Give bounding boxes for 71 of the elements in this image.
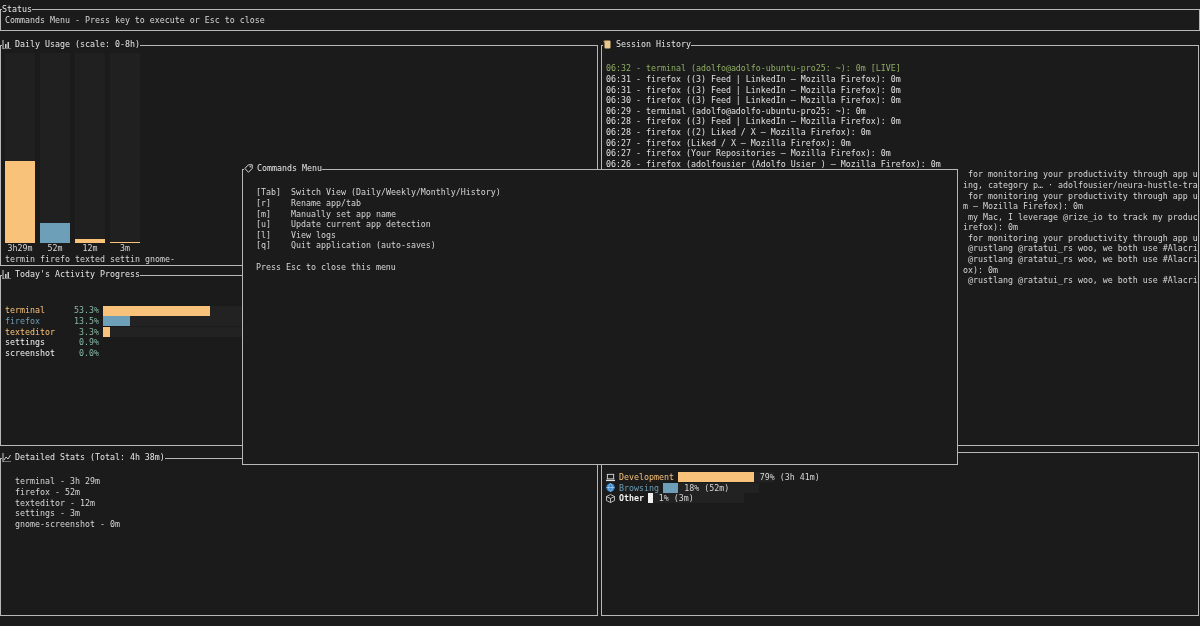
session-entry: 06:26 - firefox (adolfousier (Adolfo Usier ) — Mozilla Firefox): 0m <box>606 158 942 170</box>
stat-line: settings - 3m <box>15 508 81 519</box>
session-entry: m — Mozilla Firefox): 0m <box>963 201 1084 212</box>
category-reading: 79% (3h 41m) <box>759 472 820 483</box>
value-label: 3m <box>119 243 131 254</box>
percent-value: 0.0% <box>78 347 99 359</box>
session-entry: ox): 0m <box>963 264 999 276</box>
panel-title: Status <box>2 4 32 15</box>
app-name: screenshot <box>5 347 56 359</box>
category-reading: 1% (3m) <box>658 493 694 504</box>
percent-value: 13.5% <box>73 316 99 327</box>
stat-line: firefox - 52m <box>15 487 81 498</box>
panel-title: Detailed Stats (Total: 4h 38m) <box>15 452 165 463</box>
modal-title: Commands Menu <box>257 163 322 174</box>
key-hint: [q] <box>256 240 272 251</box>
status-message: Commands Menu - Press key to execute or Esc to close <box>5 14 266 26</box>
line-chart-icon <box>2 452 11 462</box>
bar-chart-icon <box>2 269 11 279</box>
category-label: termin <box>5 254 35 264</box>
app-name: terminal <box>5 305 46 316</box>
key-hint: [m] <box>256 208 272 220</box>
laptop-icon <box>606 472 615 482</box>
session-entry: 06:28 - firefox ((3) Feed | LinkedIn — Mozilla Firefox): 0m <box>606 116 902 127</box>
session-entry: 06:29 - terminal (adolfo@adolfo-ubuntu-pro25: ~): 0m <box>606 105 867 117</box>
session-entry: 06:32 - terminal (adolfo@adolfo-ubuntu-pro25: ~): 0m [LIVE] <box>606 63 902 74</box>
command-label: Rename app/tab <box>291 198 361 209</box>
tag-icon <box>244 163 253 173</box>
value-label: 12m <box>81 243 99 254</box>
app-name: firefox <box>5 316 41 327</box>
app-name: texteditor <box>5 326 56 338</box>
value-label: 3h29m <box>6 243 34 254</box>
panel-title: Today's Activity Progress <box>15 269 140 280</box>
session-entry: irefox): 0m <box>963 222 1019 233</box>
percent-value: 53.3% <box>73 305 99 316</box>
globe-icon <box>606 483 615 493</box>
app-name: settings <box>5 337 46 348</box>
session-entry: 06:27 - firefox (Your Repositories — Mozilla Firefox): 0m <box>606 148 892 159</box>
panel-title: Session History <box>616 39 691 50</box>
percent-value: 0.9% <box>78 337 99 348</box>
command-label: View logs <box>291 229 336 241</box>
category-name: Development <box>619 472 674 483</box>
value-label: 52m <box>46 243 64 254</box>
stat-line: texteditor - 12m <box>15 497 96 509</box>
scroll-icon <box>603 39 612 49</box>
stat-line: gnome-screenshot - 0m <box>15 518 121 530</box>
percent-value: 3.3% <box>78 326 99 338</box>
category-label: gnome- <box>145 254 175 264</box>
category-label: settin <box>110 254 140 264</box>
session-entry: 06:31 - firefox ((3) Feed | LinkedIn — Mozilla Firefox): 0m <box>606 74 902 85</box>
key-hint: [l] <box>256 229 272 241</box>
session-entry: 06:30 - firefox ((3) Feed | LinkedIn — Mozilla Firefox): 0m <box>606 95 902 106</box>
session-entry: 06:31 - firefox ((3) Feed | LinkedIn — Mozilla Firefox): 0m <box>606 84 902 96</box>
category-reading: 18% (52m) <box>684 482 730 494</box>
key-hint: [r] <box>256 198 272 209</box>
key-hint: [Tab] <box>256 187 282 198</box>
command-label: Update current app detection <box>291 219 431 230</box>
package-icon <box>606 494 615 503</box>
command-label: Quit application (auto-saves) <box>291 240 436 251</box>
session-entry: 06:27 - firefox (Liked / X — Mozilla Firefox): 0m <box>606 137 852 149</box>
key-hint: [u] <box>256 219 272 230</box>
session-entry: 06:28 - firefox ((2) Liked / X — Mozilla Firefox): 0m <box>606 126 872 138</box>
command-label: Manually set app name <box>291 208 396 220</box>
command-label: Switch View (Daily/Weekly/Monthly/History) <box>291 187 501 198</box>
category-label: texted <box>75 254 105 264</box>
menu-footer: Press Esc to close this menu <box>256 261 953 273</box>
panel-title: Daily Usage (scale: 0-8h) <box>15 39 140 50</box>
category-name: Other <box>619 493 644 504</box>
category-label: firefo <box>40 254 70 264</box>
category-name: Browsing <box>619 482 659 494</box>
bar-chart-icon <box>2 39 11 49</box>
stat-line: terminal - 3h 29m <box>15 476 101 487</box>
